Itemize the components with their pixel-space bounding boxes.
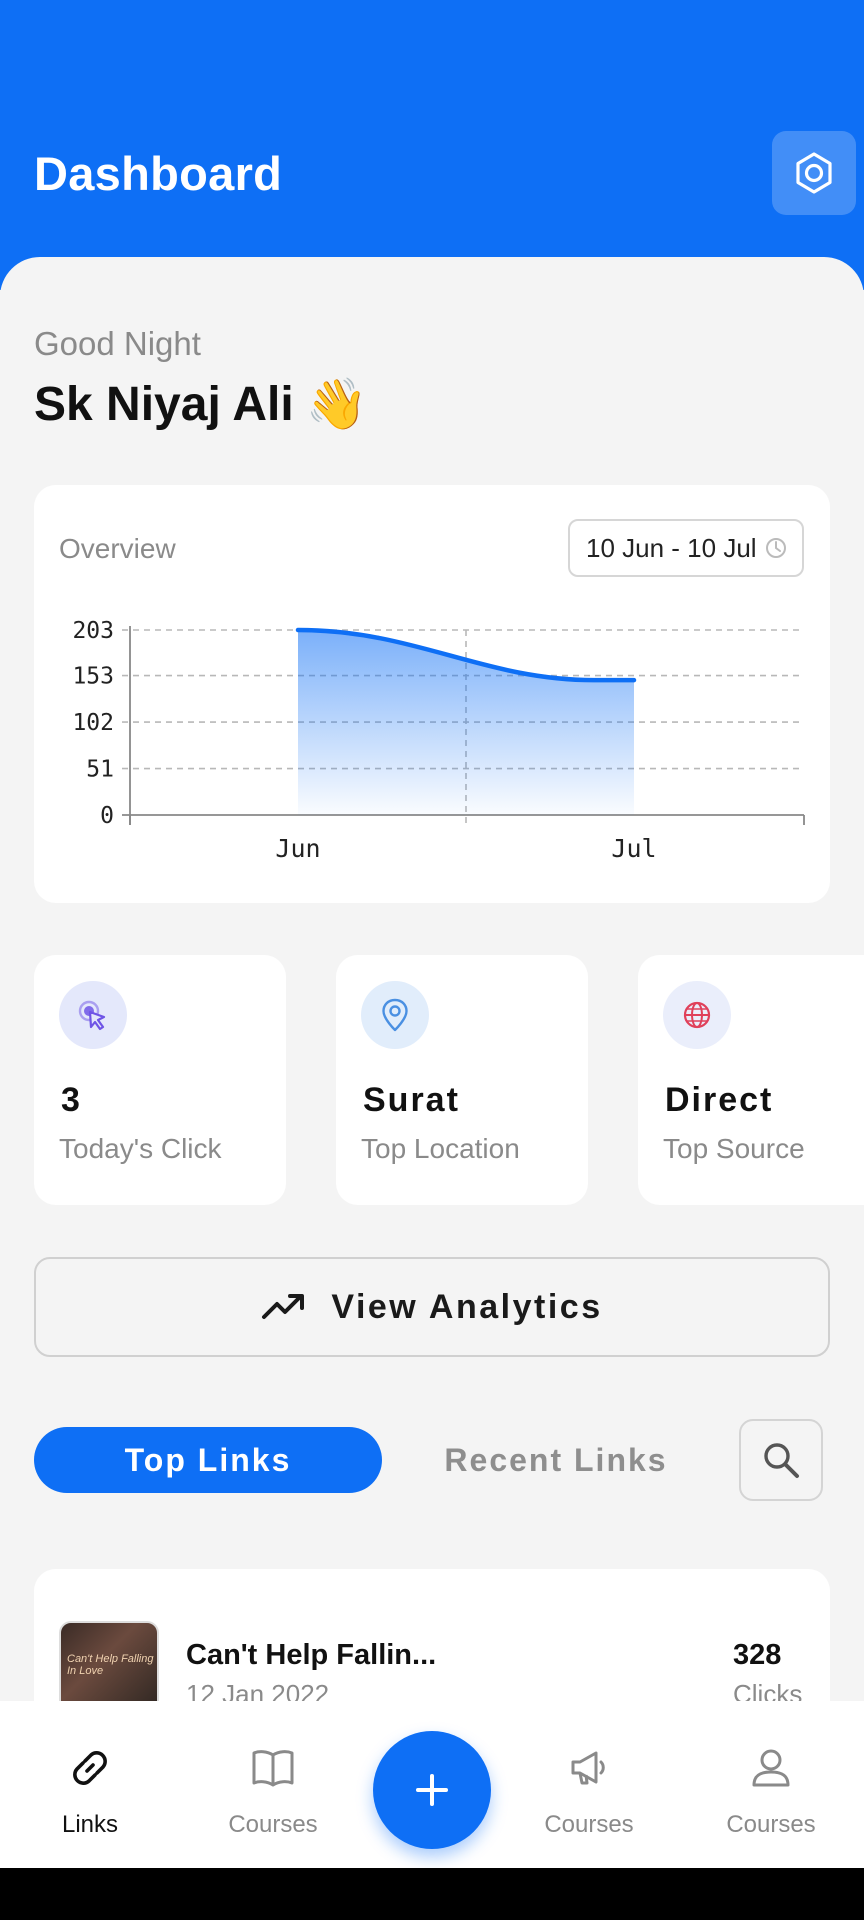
waving-hand-icon: 👋 <box>305 376 368 432</box>
location-pin-icon <box>361 981 429 1049</box>
search-button[interactable] <box>739 1419 823 1501</box>
nav-courses[interactable]: Courses <box>208 1743 338 1853</box>
greeting-text: Good Night <box>34 325 201 362</box>
chart-y-tick-label: 0 <box>100 803 114 829</box>
bottom-navigation: Links Courses Courses Courses <box>0 1701 864 1868</box>
tab-top-links[interactable]: Top Links <box>34 1427 382 1493</box>
nav-profile[interactable]: Courses <box>706 1743 836 1853</box>
nav-label: Courses <box>544 1811 634 1838</box>
header: Dashboard <box>0 0 864 290</box>
app-screen: Dashboard Good Night Sk Niyaj Ali 👋 Over… <box>0 0 864 1868</box>
nav-label: Courses <box>228 1811 318 1838</box>
stat-label: Today's Click <box>59 1133 222 1164</box>
link-title: Can't Help Fallin... <box>186 1639 437 1671</box>
overview-card: Overview 10 Jun - 10 Jul 0 51 102 153 203 Jun… <box>34 485 830 903</box>
stat-label: Top Source <box>663 1133 805 1164</box>
page-title: Dashboard <box>34 147 283 200</box>
user-name: Sk Niyaj Ali 👋 <box>34 375 368 434</box>
settings-hexagon-icon <box>796 152 832 194</box>
stat-card-source[interactable]: Direct Top Source <box>638 955 864 1205</box>
book-icon <box>252 1750 294 1787</box>
overview-chart: 0 51 102 153 203 Jun Jul <box>72 618 805 863</box>
link-clicks-count: 328 <box>733 1639 782 1671</box>
stat-value: Direct <box>665 1081 774 1119</box>
settings-button[interactable] <box>772 131 856 215</box>
nav-label: Courses <box>726 1811 816 1838</box>
chart-y-tick-label: 102 <box>72 710 114 736</box>
chart-y-tick-label: 51 <box>86 757 114 783</box>
user-name-text: Sk Niyaj Ali <box>34 378 294 431</box>
chart-y-tick-label: 153 <box>72 664 114 690</box>
chart-y-tick-label: 203 <box>72 618 114 644</box>
view-analytics-button[interactable]: View Analytics <box>34 1257 830 1357</box>
stat-card-location[interactable]: Surat Top Location <box>336 955 588 1205</box>
search-icon <box>764 1443 799 1478</box>
stat-label: Top Location <box>361 1133 520 1164</box>
link-icon <box>73 1751 107 1785</box>
trending-up-icon <box>262 1294 305 1319</box>
user-icon <box>752 1749 790 1787</box>
thumbnail-caption: Can't Help Falling In Love <box>67 1653 154 1677</box>
stat-card-clicks[interactable]: 3 Today's Click <box>34 955 286 1205</box>
nav-label: Links <box>61 1811 119 1838</box>
view-analytics-label: View Analytics <box>331 1287 603 1326</box>
megaphone-icon <box>571 1751 605 1785</box>
plus-icon <box>416 1774 448 1806</box>
chart-x-tick-label: Jul <box>611 834 656 863</box>
main-content: Good Night Sk Niyaj Ali 👋 Overview 10 Ju… <box>0 257 864 1868</box>
chart-x-tick-label: Jun <box>275 834 320 863</box>
add-link-button[interactable] <box>373 1731 491 1849</box>
stat-value: Surat <box>363 1081 460 1119</box>
nav-links[interactable]: Links <box>25 1743 155 1853</box>
nav-marketing[interactable]: Courses <box>524 1743 654 1853</box>
cursor-click-icon <box>59 981 127 1049</box>
tab-recent-links[interactable]: Recent Links <box>420 1427 692 1493</box>
stat-value: 3 <box>61 1081 82 1119</box>
globe-icon <box>663 981 731 1049</box>
